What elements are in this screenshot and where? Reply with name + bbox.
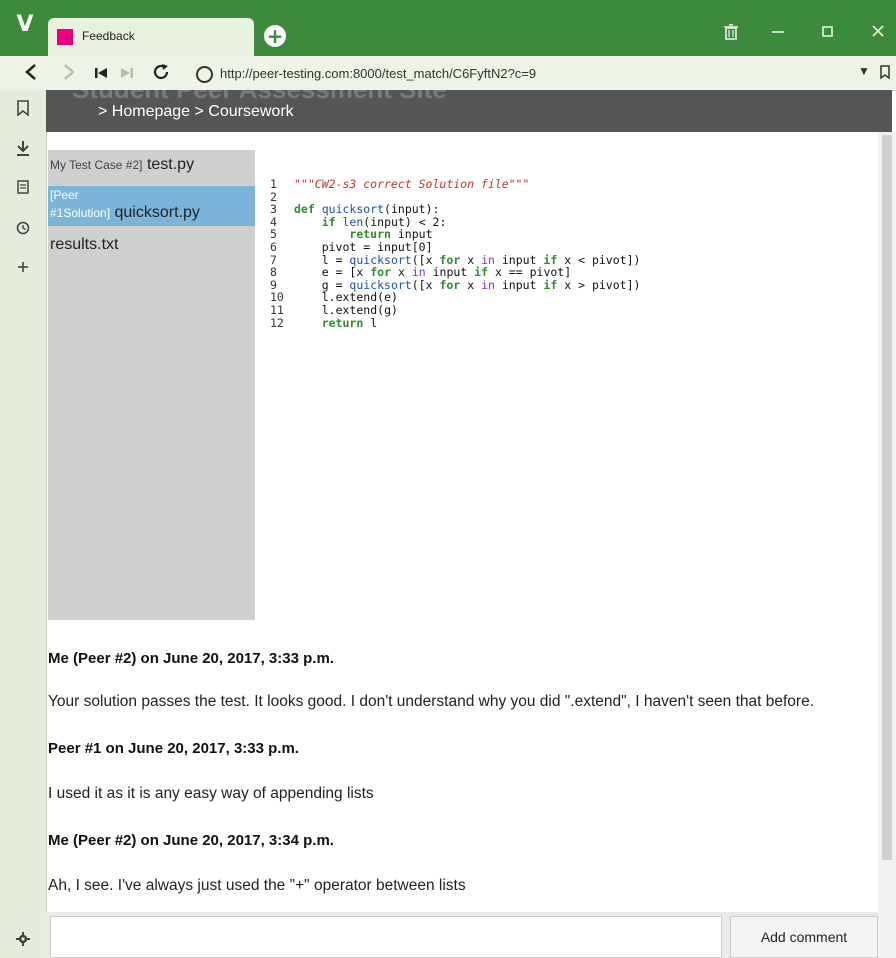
file-item-test-py[interactable]: My Test Case #2] test.py [48, 156, 257, 174]
settings-icon[interactable] [16, 932, 30, 946]
tab-title: Feedback [82, 29, 135, 43]
download-icon[interactable] [16, 140, 30, 156]
line-number: 8 [270, 265, 277, 280]
code-line: 12 return l [270, 315, 640, 330]
code-text: return l [321, 315, 378, 330]
comment-body: Ah, I see. I've always just used the "+"… [48, 877, 466, 894]
file-name: quicksort.py [114, 204, 200, 221]
file-name: test.py [146, 156, 195, 173]
file-tag: My Test Case #2] [50, 158, 143, 172]
line-number: 6 [270, 239, 277, 254]
comment-body: I used it as it is any easy way of appen… [48, 785, 374, 802]
chevron-down-icon[interactable]: ▼ [858, 64, 870, 78]
add-panel-icon[interactable] [18, 262, 28, 272]
comment-author: Me (Peer #2) on June 20, 2017, 3:34 p.m. [48, 832, 334, 849]
comment-input[interactable] [50, 916, 722, 958]
new-tab-icon[interactable]: + [264, 25, 286, 47]
vivaldi-menu-icon[interactable]: V [12, 12, 38, 38]
close-icon[interactable] [872, 25, 884, 37]
page-header: Student Peer Assessment Site > Homepage … [46, 90, 892, 132]
bookmark-page-icon[interactable] [880, 65, 890, 79]
file-name: results.txt [50, 236, 119, 253]
line-number: 12 [270, 315, 284, 330]
line-number: 1 [270, 177, 277, 191]
comment-body: Your solution passes the test. It looks … [48, 693, 815, 710]
code-text: """CW2-s3 correct Solution file""" [294, 177, 530, 191]
line-number: 11 [270, 302, 284, 317]
minimize-icon[interactable] [772, 30, 784, 34]
back-icon[interactable] [24, 63, 38, 81]
maximize-icon[interactable] [822, 26, 833, 37]
file-list: My Test Case #2] test.py [Peer #1Solutio… [48, 150, 255, 620]
comment-author: Peer #1 on June 20, 2017, 3:33 p.m. [48, 740, 299, 757]
forward-icon[interactable] [62, 63, 76, 81]
fast-forward-icon[interactable] [120, 67, 134, 79]
trash-icon[interactable] [724, 24, 738, 40]
file-item-results-txt[interactable]: results.txt [48, 236, 257, 254]
favicon-icon [57, 29, 73, 45]
code-line: 1 """CW2-s3 correct Solution file""" [270, 178, 640, 191]
tab-feedback[interactable]: Feedback [48, 18, 254, 56]
line-number: 3 [270, 202, 277, 217]
site-info-icon[interactable] [196, 66, 213, 83]
browser-titlebar: V Feedback + [0, 0, 896, 56]
notes-icon[interactable] [17, 180, 29, 194]
comment-author: Me (Peer #2) on June 20, 2017, 3:33 p.m. [48, 650, 334, 667]
rewind-icon[interactable] [94, 67, 108, 79]
url-field[interactable]: http://peer-testing.com:8000/test_match/… [220, 66, 536, 81]
bookmark-icon[interactable] [17, 100, 29, 116]
file-tag: [Peer [50, 188, 79, 202]
file-tag: #1Solution] [50, 206, 111, 220]
scrollbar-thumb[interactable] [882, 135, 892, 860]
reload-icon[interactable] [152, 63, 170, 81]
add-comment-button[interactable]: Add comment [730, 916, 878, 958]
code-viewer: 1 """CW2-s3 correct Solution file""" 2 3 def… [270, 178, 640, 329]
breadcrumb[interactable]: > Homepage > Coursework [98, 103, 294, 121]
history-icon[interactable] [16, 221, 30, 235]
file-item-quicksort-py[interactable]: [Peer #1Solution] quicksort.py [48, 186, 255, 226]
